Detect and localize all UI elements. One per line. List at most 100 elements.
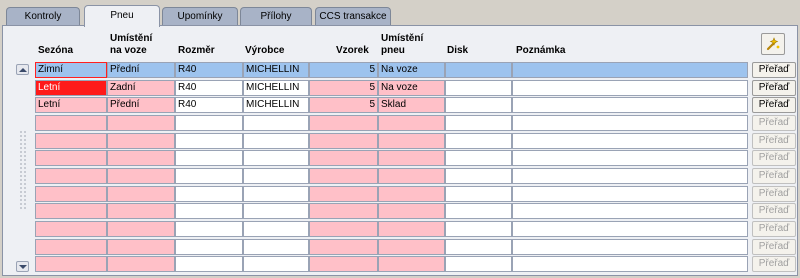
cell-rozmer[interactable] xyxy=(175,133,243,149)
cell-disk[interactable] xyxy=(445,239,512,255)
cell-umisteni-na-voze[interactable] xyxy=(107,203,175,219)
cell-umisteni-pneu[interactable] xyxy=(378,221,445,237)
cell-umisteni-na-voze[interactable]: Přední xyxy=(107,97,175,113)
cell-poznamka[interactable] xyxy=(512,97,748,113)
cell-sezona[interactable] xyxy=(35,203,107,219)
cell-poznamka[interactable] xyxy=(512,133,748,149)
cell-disk[interactable] xyxy=(445,221,512,237)
cell-rozmer[interactable] xyxy=(175,115,243,131)
cell-vyrobce[interactable] xyxy=(243,256,309,272)
cell-disk[interactable] xyxy=(445,62,512,78)
table-row[interactable]: Přeřaď xyxy=(0,203,800,219)
cell-sezona[interactable] xyxy=(35,221,107,237)
cell-vyrobce[interactable] xyxy=(243,168,309,184)
cell-vyrobce[interactable] xyxy=(243,115,309,131)
cell-vzorek[interactable] xyxy=(309,186,378,202)
cell-sezona[interactable] xyxy=(35,239,107,255)
cell-rozmer[interactable] xyxy=(175,168,243,184)
cell-disk[interactable] xyxy=(445,97,512,113)
cell-vzorek[interactable] xyxy=(309,256,378,272)
cell-rozmer[interactable] xyxy=(175,203,243,219)
table-row[interactable]: Přeřaď xyxy=(0,115,800,131)
reassign-button[interactable]: Přeřaď xyxy=(752,168,796,184)
cell-umisteni-pneu[interactable]: Sklad xyxy=(378,97,445,113)
cell-rozmer[interactable] xyxy=(175,186,243,202)
cell-vyrobce[interactable] xyxy=(243,203,309,219)
cell-disk[interactable] xyxy=(445,168,512,184)
cell-disk[interactable] xyxy=(445,203,512,219)
cell-vyrobce[interactable]: MICHELLIN xyxy=(243,62,309,78)
table-row[interactable]: Přeřaď xyxy=(0,150,800,166)
cell-umisteni-pneu[interactable]: Na voze xyxy=(378,80,445,96)
cell-vzorek[interactable] xyxy=(309,115,378,131)
cell-disk[interactable] xyxy=(445,115,512,131)
cell-umisteni-pneu[interactable] xyxy=(378,115,445,131)
cell-vzorek[interactable] xyxy=(309,203,378,219)
cell-rozmer[interactable]: R40 xyxy=(175,62,243,78)
cell-umisteni-pneu[interactable] xyxy=(378,168,445,184)
cell-poznamka[interactable] xyxy=(512,239,748,255)
cell-rozmer[interactable] xyxy=(175,221,243,237)
cell-disk[interactable] xyxy=(445,133,512,149)
cell-umisteni-na-voze[interactable] xyxy=(107,239,175,255)
cell-rozmer[interactable] xyxy=(175,239,243,255)
cell-sezona[interactable]: Zimní xyxy=(35,62,107,78)
cell-vzorek[interactable]: 5 xyxy=(309,97,378,113)
reassign-button[interactable]: Přeřaď xyxy=(752,115,796,131)
cell-poznamka[interactable] xyxy=(512,150,748,166)
cell-umisteni-na-voze[interactable] xyxy=(107,168,175,184)
cell-vyrobce[interactable]: MICHELLIN xyxy=(243,97,309,113)
cell-umisteni-pneu[interactable] xyxy=(378,203,445,219)
cell-umisteni-na-voze[interactable]: Přední xyxy=(107,62,175,78)
cell-vzorek[interactable] xyxy=(309,150,378,166)
cell-poznamka[interactable] xyxy=(512,168,748,184)
table-row[interactable]: Přeřaď xyxy=(0,168,800,184)
cell-rozmer[interactable] xyxy=(175,150,243,166)
reassign-button[interactable]: Přeřaď xyxy=(752,203,796,219)
cell-vyrobce[interactable]: MICHELLIN xyxy=(243,80,309,96)
cell-poznamka[interactable] xyxy=(512,203,748,219)
cell-poznamka[interactable] xyxy=(512,186,748,202)
cell-vzorek[interactable]: 5 xyxy=(309,62,378,78)
reassign-button[interactable]: Přeřaď xyxy=(752,256,796,272)
cell-sezona[interactable]: Letní xyxy=(35,97,107,113)
cell-umisteni-pneu[interactable]: Na voze xyxy=(378,62,445,78)
reassign-button[interactable]: Přeřaď xyxy=(752,239,796,255)
cell-rozmer[interactable]: R40 xyxy=(175,97,243,113)
cell-umisteni-na-voze[interactable] xyxy=(107,133,175,149)
table-row[interactable]: Přeřaď xyxy=(0,133,800,149)
reassign-button[interactable]: Přeřaď xyxy=(752,150,796,166)
cell-vyrobce[interactable] xyxy=(243,150,309,166)
table-row[interactable]: Letní Zadní R40 MICHELLIN 5 Na voze Přeřaď xyxy=(0,80,800,96)
tab-ccs-transakce[interactable]: CCS transakce xyxy=(315,7,391,25)
table-row[interactable]: Přeřaď xyxy=(0,186,800,202)
table-row[interactable]: Přeřaď xyxy=(0,239,800,255)
cell-rozmer[interactable]: R40 xyxy=(175,80,243,96)
reassign-button[interactable]: Přeřaď xyxy=(752,133,796,149)
cell-poznamka[interactable] xyxy=(512,62,748,78)
reassign-button[interactable]: Přeřaď xyxy=(752,62,796,78)
reassign-button[interactable]: Přeřaď xyxy=(752,186,796,202)
reassign-button[interactable]: Přeřaď xyxy=(752,221,796,237)
cell-disk[interactable] xyxy=(445,186,512,202)
cell-vyrobce[interactable] xyxy=(243,133,309,149)
cell-umisteni-pneu[interactable] xyxy=(378,186,445,202)
cell-vzorek[interactable] xyxy=(309,168,378,184)
tab-pneu[interactable]: Pneu xyxy=(84,5,160,27)
cell-rozmer[interactable] xyxy=(175,256,243,272)
cell-umisteni-pneu[interactable] xyxy=(378,256,445,272)
cell-umisteni-pneu[interactable] xyxy=(378,150,445,166)
cell-vzorek[interactable] xyxy=(309,239,378,255)
cell-poznamka[interactable] xyxy=(512,221,748,237)
cell-umisteni-pneu[interactable] xyxy=(378,133,445,149)
cell-umisteni-na-voze[interactable] xyxy=(107,150,175,166)
cell-disk[interactable] xyxy=(445,80,512,96)
cell-sezona[interactable] xyxy=(35,133,107,149)
cell-umisteni-na-voze[interactable] xyxy=(107,115,175,131)
tab-prilohy[interactable]: Přílohy xyxy=(240,7,312,25)
cell-sezona[interactable] xyxy=(35,150,107,166)
cell-poznamka[interactable] xyxy=(512,80,748,96)
cell-disk[interactable] xyxy=(445,150,512,166)
table-row[interactable]: Přeřaď xyxy=(0,256,800,272)
cell-umisteni-pneu[interactable] xyxy=(378,239,445,255)
